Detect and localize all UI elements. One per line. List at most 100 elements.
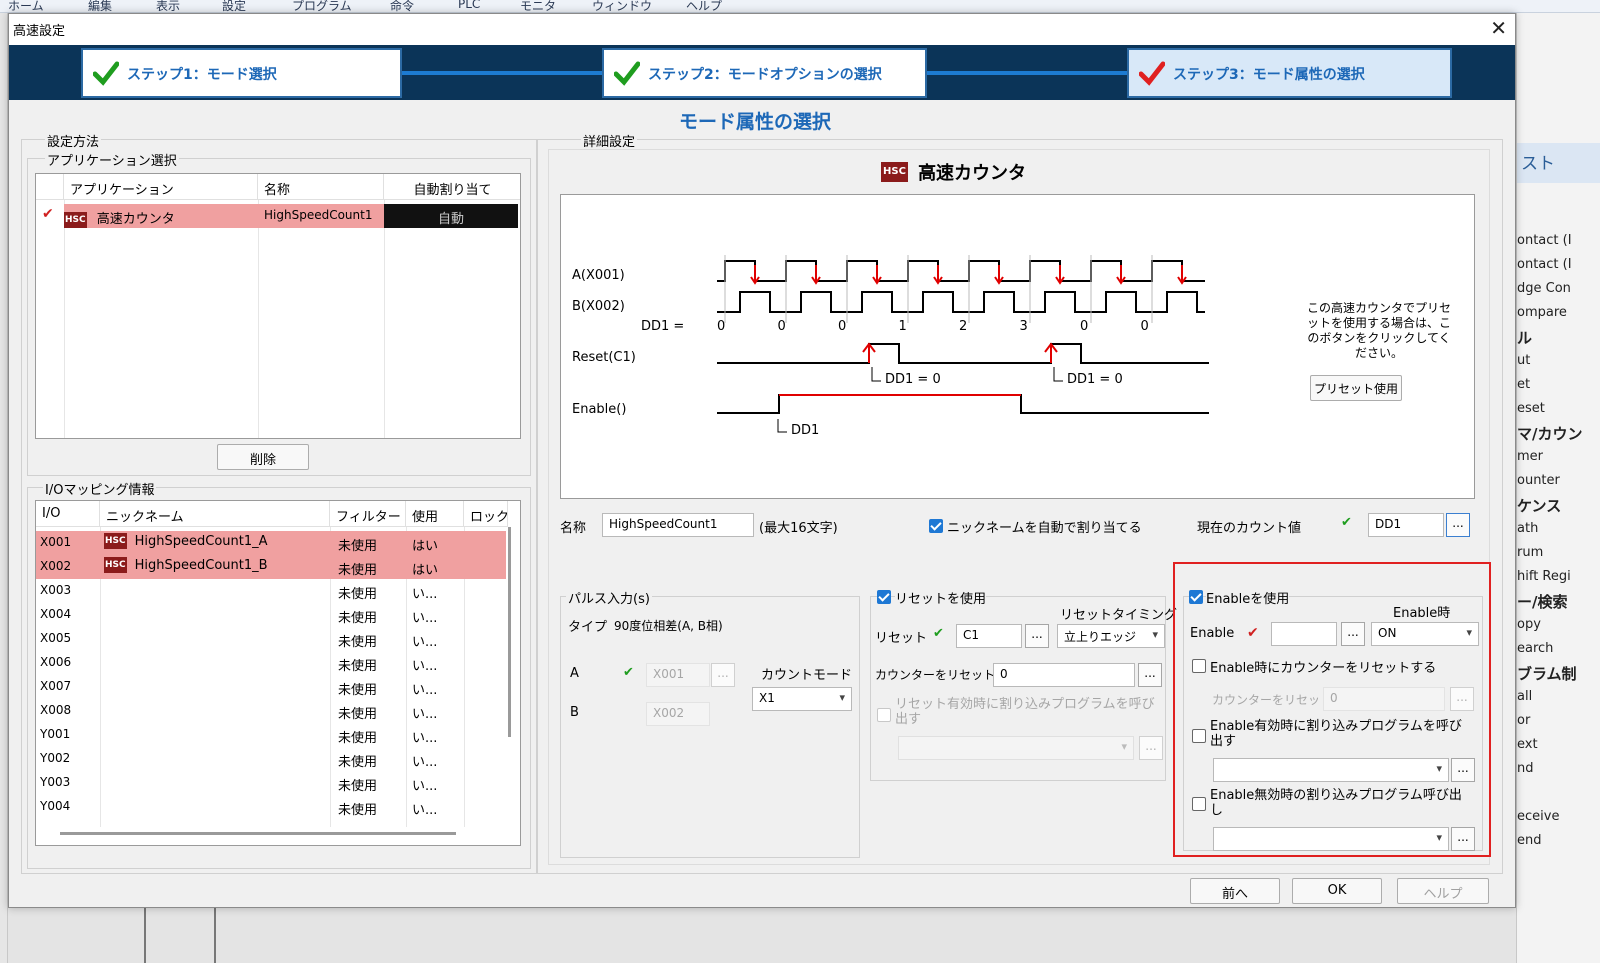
interrupt-on-enable-browse-button[interactable]: ... (1451, 758, 1475, 782)
instruction-item[interactable]: ontact (I (1517, 233, 1600, 248)
menu-plc[interactable]: PLC (458, 0, 480, 11)
use-reset-checkbox[interactable] (877, 590, 891, 604)
instruction-item[interactable]: ontact (I (1517, 257, 1600, 272)
ok-button[interactable]: OK (1292, 878, 1382, 904)
interrupt-on-disable-browse-button[interactable]: ... (1451, 827, 1475, 851)
reset-browse-button[interactable]: ... (1025, 624, 1049, 648)
menu-command[interactable]: 命令 (390, 0, 414, 12)
reset-on-enable-checkbox[interactable] (1192, 659, 1206, 673)
enable-when-select[interactable]: ON ▾ (1371, 622, 1479, 646)
instruction-item[interactable]: ut (1517, 353, 1600, 368)
table-row[interactable]: Y002 未使用 い... (36, 747, 506, 771)
instruction-category[interactable]: ケンス (1517, 495, 1600, 516)
menu-help[interactable]: ヘルプ (686, 0, 722, 12)
io-header-nickname[interactable]: ニックネーム (100, 501, 330, 527)
horizontal-scrollbar[interactable] (60, 832, 456, 835)
menu-settings[interactable]: 設定 (222, 0, 246, 12)
instruction-category[interactable]: ル (1517, 327, 1600, 348)
step-1[interactable]: ステップ1：モード選択 (81, 48, 402, 98)
reset-input[interactable]: C1 (956, 624, 1022, 648)
menu-program[interactable]: プログラム (292, 0, 352, 12)
menu-edit[interactable]: 編集 (88, 0, 112, 12)
chevron-down-icon: ▾ (1466, 626, 1472, 639)
instruction-item[interactable]: nd (1517, 761, 1600, 776)
interrupt-on-enable-checkbox[interactable] (1192, 729, 1206, 743)
table-row[interactable]: X002 HSC HighSpeedCount1_B 未使用 はい (36, 555, 506, 579)
table-row[interactable]: X007 未使用 い... (36, 675, 506, 699)
reset-timing-select[interactable]: 立上りエッジ ▾ (1057, 624, 1165, 648)
auto-assign-cell[interactable]: 自動 (384, 204, 518, 228)
app-table-header-auto[interactable]: 自動割り当て (384, 174, 520, 200)
instruction-item[interactable]: dge Con (1517, 281, 1600, 296)
auto-nickname-checkbox[interactable] (929, 519, 943, 533)
instruction-item[interactable]: end (1517, 833, 1600, 848)
instruction-item[interactable]: ath (1517, 521, 1600, 536)
use-cell: はい (412, 539, 439, 554)
instruction-item[interactable]: earch (1517, 641, 1600, 656)
current-count-input[interactable]: DD1 (1368, 513, 1444, 537)
count-mode-select[interactable]: X1 ▾ (752, 687, 852, 711)
table-row[interactable]: X001 HSC HighSpeedCount1_A 未使用 はい (36, 531, 506, 555)
instruction-item[interactable]: all (1517, 689, 1600, 704)
nickname-text: HighSpeedCount1_A (134, 533, 268, 549)
app-table-header-app[interactable]: アプリケーション (64, 174, 258, 200)
instruction-item[interactable]: ounter (1517, 473, 1600, 488)
interrupt-on-enable-select[interactable]: ▾ (1213, 758, 1449, 782)
io-header-filter[interactable]: フィルター (330, 501, 406, 527)
table-row[interactable]: Y004 未使用 い... (36, 795, 506, 819)
instruction-item[interactable]: et (1517, 377, 1600, 392)
enable-browse-button[interactable]: ... (1341, 622, 1365, 646)
table-row[interactable]: X004 未使用 い... (36, 603, 506, 627)
vertical-scrollbar[interactable] (508, 527, 511, 737)
table-row[interactable]: Y003 未使用 い... (36, 771, 506, 795)
step-3[interactable]: ステップ3：モード属性の選択 (1127, 48, 1452, 98)
use-enable-label: Enableを使用 (1206, 588, 1290, 607)
instruction-item[interactable]: mer (1517, 449, 1600, 464)
name-input[interactable]: HighSpeedCount1 (602, 513, 754, 537)
instruction-item[interactable]: eset (1517, 401, 1600, 416)
table-row[interactable]: ✔ HSC 高速カウンタ HighSpeedCount1 自動 (36, 204, 520, 228)
instruction-category[interactable]: マ/カウン (1517, 423, 1600, 444)
menu-view[interactable]: 表示 (156, 0, 180, 12)
delete-button[interactable]: 削除 (217, 444, 309, 470)
use-preset-button[interactable]: プリセット使用 (1310, 375, 1402, 401)
interrupt-on-disable-checkbox[interactable] (1192, 797, 1206, 811)
instruction-item[interactable]: eceive (1517, 809, 1600, 824)
instruction-item[interactable]: rum (1517, 545, 1600, 560)
io-header-use[interactable]: 使用 (406, 501, 464, 527)
timing-diagram-panel: A(X001) B(X002) DD1 = 0 0 0 1 2 3 0 0 Reset(C1)… (560, 194, 1475, 499)
instruction-category[interactable]: ブラム制 (1517, 663, 1600, 684)
app-table-header-name[interactable]: 名称 (258, 174, 384, 200)
setup-method-label: 設定方法 (45, 131, 102, 150)
count-mode-label: カウントモード (761, 668, 853, 683)
instruction-item[interactable]: hift Regi (1517, 569, 1600, 584)
nickname-cell (100, 651, 330, 675)
table-row[interactable]: X006 未使用 い... (36, 651, 506, 675)
close-icon[interactable]: ✕ (1490, 16, 1507, 40)
menu-home[interactable]: ホーム (8, 0, 44, 12)
instruction-item[interactable]: ext (1517, 737, 1600, 752)
table-row[interactable]: X005 未使用 い... (36, 627, 506, 651)
table-row[interactable]: Y001 未使用 い... (36, 723, 506, 747)
instruction-category[interactable]: ー/検索 (1517, 591, 1600, 612)
instruction-item[interactable]: opy (1517, 617, 1600, 632)
enable-input[interactable] (1271, 622, 1337, 646)
instruction-item[interactable]: or (1517, 713, 1600, 728)
current-count-browse-button[interactable]: ... (1446, 513, 1470, 537)
back-button[interactable]: 前へ (1190, 878, 1280, 904)
counter-reset-input[interactable]: 0 (993, 663, 1135, 687)
table-row[interactable]: X008 未使用 い... (36, 699, 506, 723)
table-row[interactable]: X003 未使用 い... (36, 579, 506, 603)
use-cell: い... (412, 611, 438, 626)
step-2[interactable]: ステップ2：モードオプションの選択 (602, 48, 927, 98)
menu-window[interactable]: ウィンドウ (592, 0, 652, 12)
interrupt-on-disable-select[interactable]: ▾ (1213, 827, 1449, 851)
io-header-lock[interactable]: ロック (464, 501, 508, 527)
col-divider (258, 200, 259, 438)
instruction-item[interactable]: ompare (1517, 305, 1600, 320)
io-header-io[interactable]: I/O (36, 501, 100, 527)
use-enable-checkbox[interactable] (1189, 590, 1203, 604)
pulse-input-label: パルス入力(s) (566, 588, 652, 607)
menu-monitor[interactable]: モニタ (520, 0, 556, 12)
counter-reset-browse-button[interactable]: ... (1138, 663, 1162, 687)
